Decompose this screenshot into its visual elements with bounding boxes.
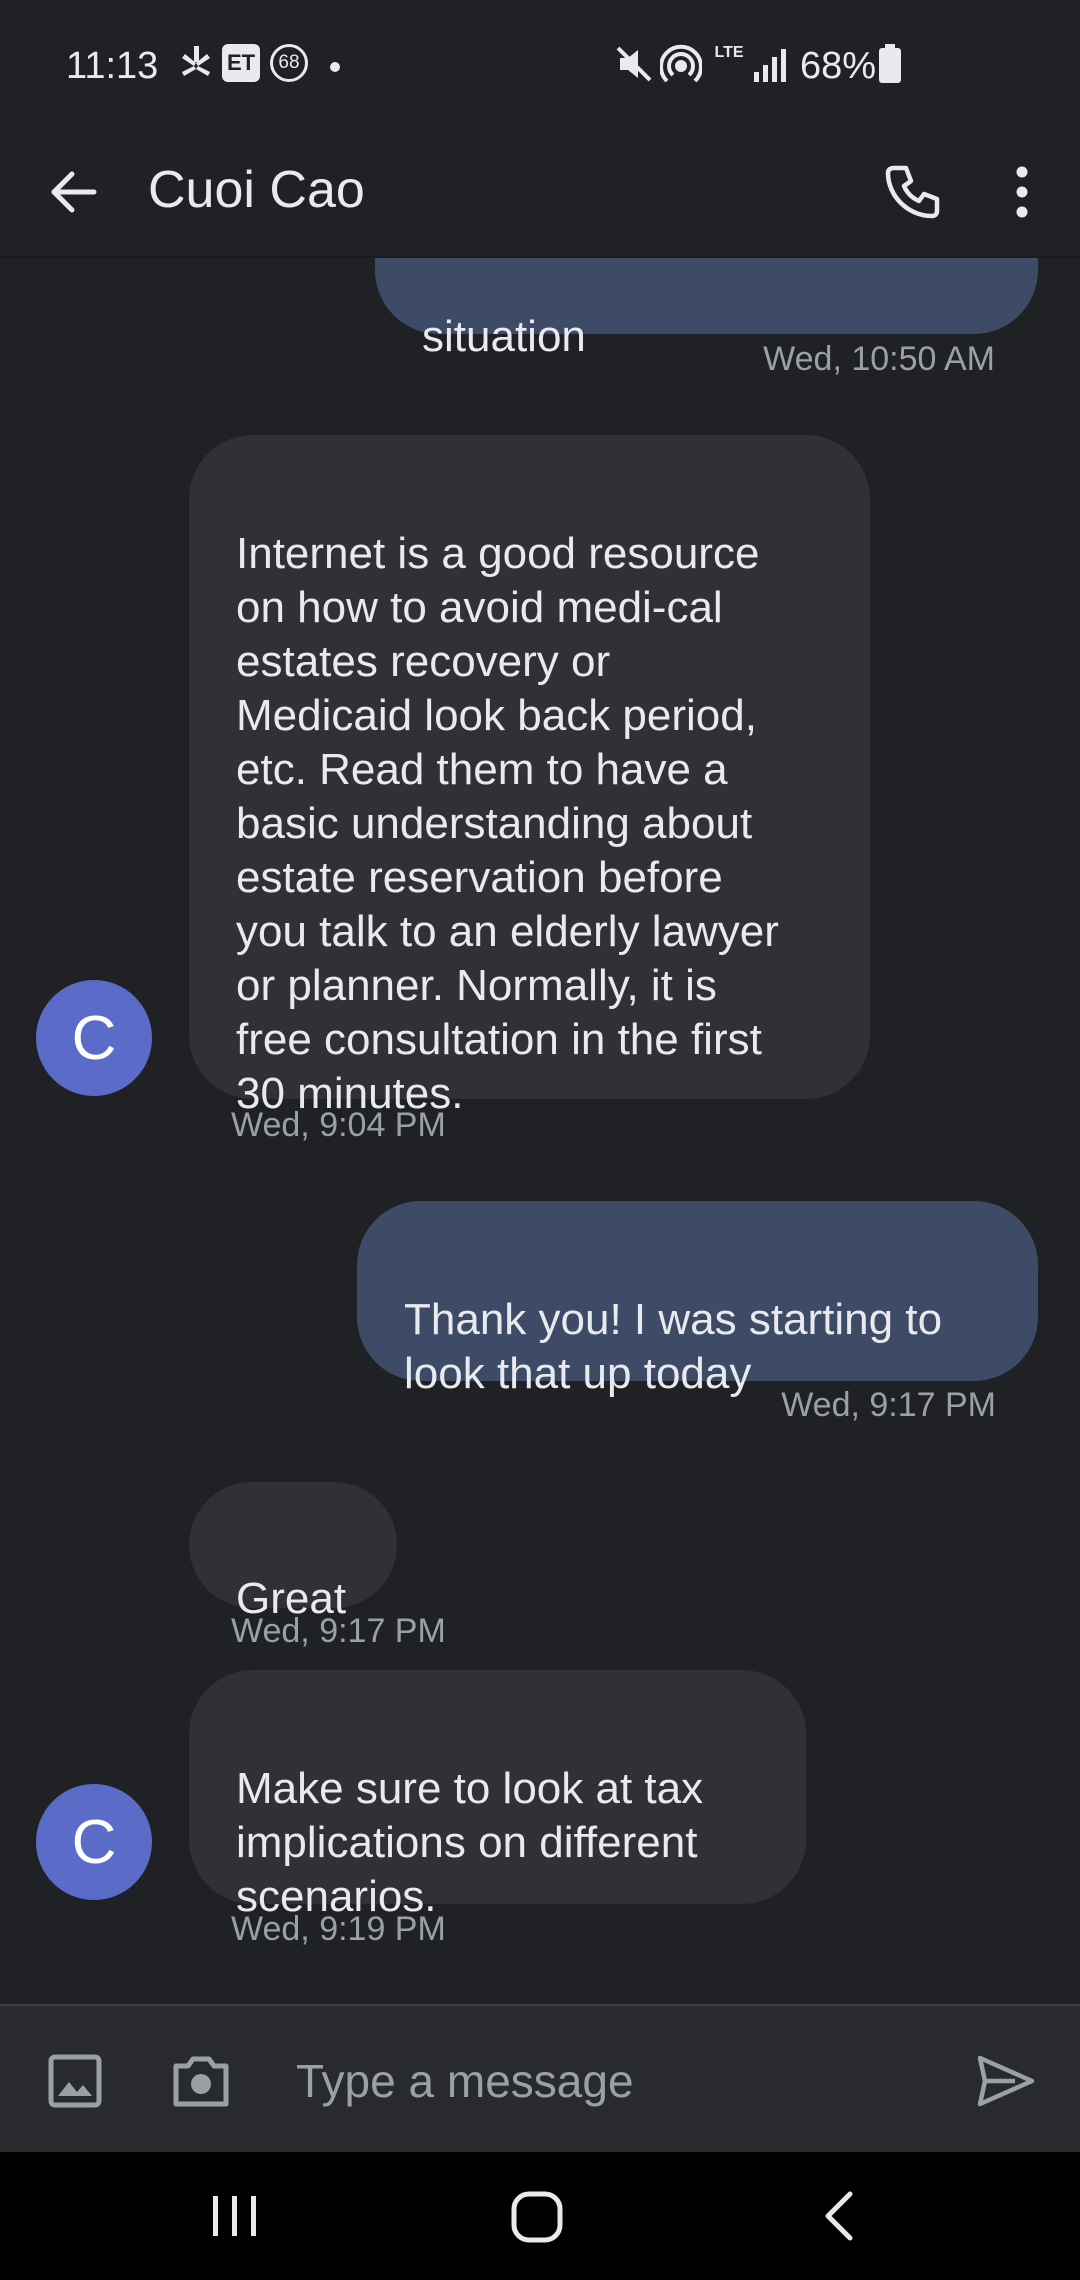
more-options-icon[interactable]: [1000, 160, 1044, 224]
message-timestamp: Wed, 9:19 PM: [231, 1910, 446, 1948]
notification-68-icon: 68: [270, 44, 308, 82]
recent-apps-icon[interactable]: [195, 2184, 275, 2248]
dot-icon: [330, 62, 340, 72]
back-arrow-icon[interactable]: [44, 162, 104, 222]
incoming-message-bubble[interactable]: Make sure to look at tax implications on…: [189, 1670, 806, 1921]
message-text: Internet is a good resource on how to av…: [236, 529, 779, 1118]
outgoing-message-bubble[interactable]: situation: [375, 258, 1038, 361]
battery-icon: [878, 44, 902, 84]
message-input[interactable]: Type a message: [296, 2054, 634, 2108]
outgoing-message-bubble[interactable]: Thank you! I was starting to look that u…: [357, 1201, 1038, 1398]
gallery-icon[interactable]: [40, 2046, 110, 2116]
messages-app: 11:13 ET 68 LTE 68% Cuoi Cao situation W…: [0, 0, 1080, 2280]
et-badge-icon: ET: [222, 44, 260, 82]
home-icon[interactable]: [497, 2184, 577, 2248]
message-timestamp: Wed, 9:17 PM: [231, 1612, 446, 1650]
message-list[interactable]: situation Wed, 10:50 AM Internet is a go…: [0, 258, 1080, 2004]
message-timestamp: Wed, 9:04 PM: [231, 1106, 446, 1144]
incoming-message-bubble[interactable]: Internet is a good resource on how to av…: [189, 435, 870, 1118]
status-bar: 11:13 ET 68 LTE 68%: [0, 0, 1080, 130]
system-navigation-bar: [0, 2152, 1080, 2280]
camera-icon[interactable]: [166, 2046, 236, 2116]
mute-icon: [614, 44, 654, 84]
send-icon[interactable]: [970, 2046, 1040, 2116]
message-timestamp: Wed, 9:17 PM: [781, 1386, 996, 1424]
avatar[interactable]: C: [36, 1784, 152, 1900]
conversation-header: Cuoi Cao: [0, 130, 1080, 258]
avatar-initial: C: [71, 1003, 117, 1073]
hotspot-icon: [660, 44, 702, 86]
status-time: 11:13: [66, 45, 159, 87]
avatar-initial: C: [71, 1807, 117, 1877]
compose-bar: Type a message: [0, 2004, 1080, 2152]
message-text: Thank you! I was starting to look that u…: [404, 1295, 943, 1398]
battery-percent: 68%: [800, 45, 877, 87]
message-timestamp: Wed, 10:50 AM: [763, 340, 995, 378]
signal-icon: [752, 44, 792, 84]
yelp-icon: [176, 44, 216, 84]
incoming-message-bubble[interactable]: Great: [189, 1482, 397, 1623]
message-text: Make sure to look at tax implications on…: [236, 1764, 704, 1921]
avatar[interactable]: C: [36, 980, 152, 1096]
message-text: situation: [422, 312, 586, 361]
contact-name: Cuoi Cao: [148, 161, 365, 219]
phone-call-icon[interactable]: [880, 160, 944, 224]
back-nav-icon[interactable]: [800, 2184, 880, 2248]
lte-icon: LTE: [714, 44, 744, 61]
